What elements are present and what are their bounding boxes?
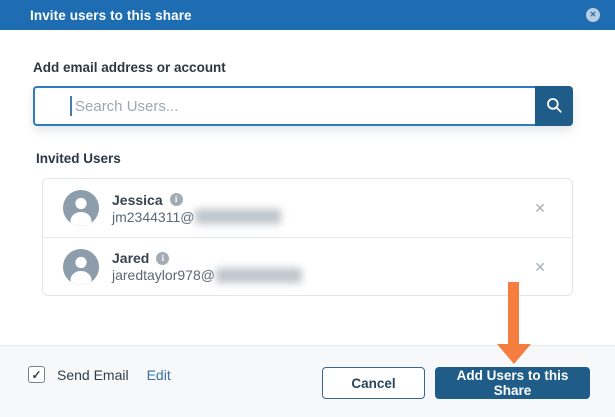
user-name: Jared [112,250,149,266]
invited-users-heading: Invited Users [36,151,121,166]
add-email-label: Add email address or account [33,60,226,75]
user-avatar-icon [63,249,99,285]
user-avatar-icon [63,190,99,226]
user-text: Jared i jaredtaylor978@ [112,250,302,283]
checkmark-icon: ✓ [31,369,41,381]
redacted-email-domain [195,209,281,224]
footer-right: Cancel Add Users to this Share [322,367,590,399]
remove-user-icon[interactable]: ✕ [530,197,550,219]
user-email: jm2344311@ [112,209,281,225]
user-email: jaredtaylor978@ [112,267,302,283]
close-icon[interactable]: ✕ [586,8,600,22]
remove-user-icon[interactable]: ✕ [530,256,550,278]
search-button[interactable] [535,86,573,126]
email-prefix: jaredtaylor978@ [112,267,215,283]
user-row-jessica: Jessica i jm2344311@ ✕ [43,179,572,237]
search-icon [545,96,563,117]
search-row [33,86,573,126]
send-email-label: Send Email [57,367,129,383]
modal-header: Invite users to this share ✕ [0,0,615,30]
search-input[interactable] [33,86,535,126]
edit-link[interactable]: Edit [147,367,171,383]
modal-title: Invite users to this share [30,8,192,23]
invited-users-list: Jessica i jm2344311@ ✕ Jare [42,178,573,296]
email-prefix: jm2344311@ [112,209,194,225]
info-icon[interactable]: i [156,252,169,265]
user-name: Jessica [112,192,163,208]
info-icon[interactable]: i [170,193,183,206]
annotation-arrow-shaft [508,282,519,346]
annotation-arrow-head [497,344,531,364]
send-email-checkbox[interactable]: ✓ [28,366,45,383]
text-caret [70,96,72,116]
footer-left: ✓ Send Email Edit [28,366,171,383]
redacted-email-domain [216,268,302,283]
user-row-jared: Jared i jaredtaylor978@ ✕ [43,237,572,295]
add-users-button[interactable]: Add Users to this Share [435,367,590,399]
invite-users-modal: Invite users to this share ✕ Add email a… [0,0,615,417]
user-text: Jessica i jm2344311@ [112,192,281,225]
cancel-button[interactable]: Cancel [322,367,425,399]
close-glyph: ✕ [590,11,597,19]
